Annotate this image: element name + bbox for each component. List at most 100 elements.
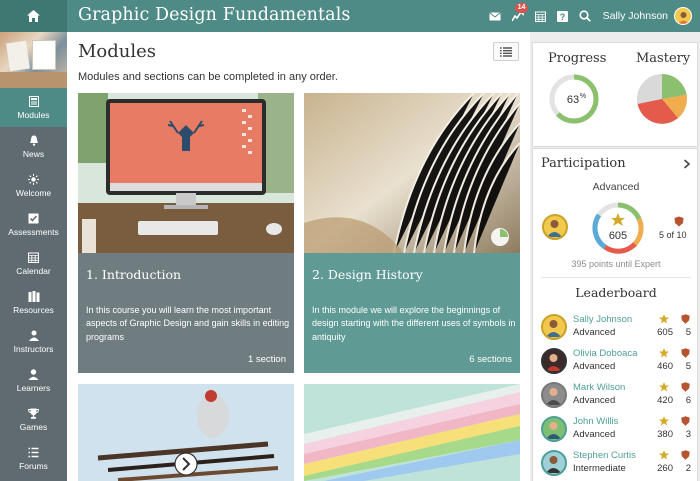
leaderboard-row[interactable]: Mark Wilson Advanced 420 6 [541, 380, 693, 412]
leader-badges: 3 [685, 429, 691, 440]
star-icon [659, 314, 669, 324]
sidebar-item-news[interactable]: News [0, 127, 67, 166]
leader-badges: 6 [685, 395, 691, 406]
user-name[interactable]: Sally Johnson [603, 10, 668, 22]
avatar-icon [677, 11, 689, 24]
mail-icon [488, 11, 501, 20]
module-card-3[interactable] [78, 384, 294, 481]
leaderboard-row[interactable]: Olivia Doboaca Advanced 460 5 [541, 346, 693, 378]
module-description: In this course you will learn the most i… [86, 305, 290, 342]
search-button[interactable] [579, 10, 591, 22]
module-title: 2. Design History [312, 267, 423, 282]
top-icons: 14 ? Sally Johnson [478, 0, 692, 32]
bell-icon [29, 135, 38, 146]
leader-name[interactable]: Sally Johnson [573, 314, 632, 325]
avatar [541, 416, 567, 442]
leader-points: 380 [657, 429, 673, 440]
help-icon: ? [556, 10, 568, 22]
top-bar: Graphic Design Fundamentals 14 ? Sally J… [0, 0, 700, 32]
shield-icon [681, 382, 690, 392]
sidebar-item-resources[interactable]: Resources [0, 283, 67, 322]
participation-points: 605 [609, 230, 627, 242]
module-image-paper-swatches [304, 384, 520, 481]
leader-level: Intermediate [573, 463, 626, 474]
mastery-pie[interactable] [636, 73, 688, 125]
star-icon [659, 450, 669, 460]
mastery-label: Mastery [636, 51, 691, 66]
module-card-body: 1. Introduction In this course you will … [78, 253, 294, 373]
leader-badges: 5 [685, 327, 691, 338]
module-card-design-history[interactable]: 2. Design History In this module we will… [304, 93, 520, 373]
leader-name[interactable]: Stephen Curtis [573, 450, 636, 461]
module-card-4[interactable] [304, 384, 520, 481]
right-panel: Progress Mastery 63 % Participation Adva… [530, 32, 700, 481]
sidebar-item-modules[interactable]: Modules [0, 88, 67, 127]
sidebar-item-instructors[interactable]: Instructors [0, 322, 67, 361]
sidebar-item-calendar[interactable]: Calendar [0, 244, 67, 283]
course-title[interactable]: Graphic Design Fundamentals [78, 5, 351, 25]
desk-illustration [78, 93, 294, 253]
leader-name[interactable]: John Willis [573, 416, 618, 427]
leader-name[interactable]: Mark Wilson [573, 382, 625, 393]
progress-label: Progress [548, 51, 607, 66]
sidebar-item-learners[interactable]: Learners [0, 361, 67, 400]
star-icon [659, 348, 669, 358]
sidebar-item-label: Forums [19, 460, 48, 471]
home-icon [27, 10, 40, 22]
progress-ring[interactable]: 63 % [548, 73, 600, 125]
chevron-right-icon[interactable] [683, 159, 691, 169]
list-view-button[interactable] [493, 42, 519, 61]
participation-label[interactable]: Participation [541, 156, 626, 171]
sidebar-item-label: Resources [13, 304, 54, 315]
calendar-button[interactable] [534, 11, 546, 22]
notifications-button[interactable]: 14 [511, 2, 529, 22]
sidebar-item-welcome[interactable]: Welcome [0, 166, 67, 205]
sidebar-item-label: Calendar [16, 265, 51, 276]
leader-name[interactable]: Olivia Doboaca [573, 348, 637, 359]
sidebar-item-forums[interactable]: Forums [0, 439, 67, 478]
calendar-icon [28, 252, 39, 263]
modules-icon [28, 95, 39, 107]
sidebar-item-games[interactable]: Games [0, 400, 67, 439]
leader-badges: 2 [685, 463, 691, 474]
leader-level: Advanced [573, 429, 616, 440]
points-until-next-level: 395 points until Expert [571, 259, 661, 269]
leader-points: 460 [657, 361, 673, 372]
leader-points: 420 [657, 395, 673, 406]
help-button[interactable]: ? [556, 10, 568, 22]
checkbox-icon [28, 213, 39, 223]
participation-level: Advanced [592, 181, 640, 193]
page-title: Modules [78, 41, 157, 62]
shield-icon [681, 450, 690, 460]
home-button[interactable] [0, 0, 67, 32]
leaderboard-row[interactable]: Stephen Curtis Intermediate 260 2 [541, 448, 693, 480]
star-icon [659, 382, 669, 392]
next-arrow-button[interactable] [174, 452, 198, 476]
sidebar-item-label: News [22, 148, 45, 159]
module-title: 1. Introduction [86, 267, 182, 282]
participation-box: Participation Advanced 605 5 of 10 395 p… [532, 148, 698, 481]
avatar [541, 348, 567, 374]
svg-text:?: ? [559, 12, 565, 22]
module-section-count: 1 section [247, 354, 286, 365]
leaderboard-row[interactable]: John Willis Advanced 380 3 [541, 414, 693, 446]
mastery-slice-green [662, 74, 687, 99]
user-avatar[interactable] [674, 7, 692, 25]
leaderboard-row[interactable]: Sally Johnson Advanced 605 5 [541, 312, 693, 344]
instructor-icon [28, 330, 39, 341]
page-subtitle: Modules and sections can be completed in… [78, 71, 338, 83]
person-icon [28, 368, 39, 380]
sidebar-item-assessments[interactable]: Assessments [0, 205, 67, 244]
module-card-introduction[interactable]: 1. Introduction In this course you will … [78, 93, 294, 373]
shield-icon [681, 416, 690, 426]
participation-ring: 605 [592, 202, 644, 254]
leader-points: 605 [657, 327, 673, 338]
main-content: Modules Modules and sections can be comp… [67, 32, 530, 481]
course-thumbnail[interactable] [0, 32, 67, 88]
mail-button[interactable] [488, 11, 501, 21]
module-section-count: 6 sections [469, 354, 512, 365]
avatar [541, 450, 567, 476]
notification-badge: 14 [514, 2, 529, 13]
leader-level: Advanced [573, 361, 616, 372]
leaderboard-label: Leaderboard [575, 285, 657, 300]
